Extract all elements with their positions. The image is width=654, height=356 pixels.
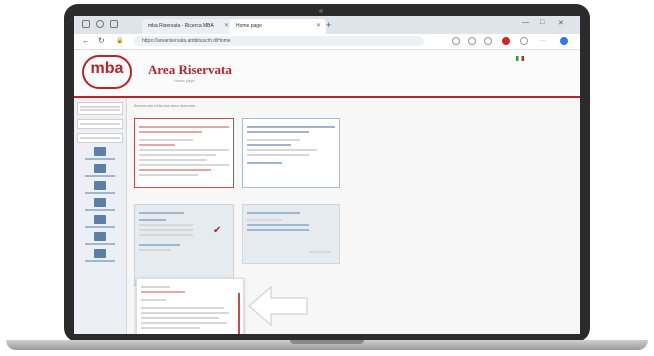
sidebar-item[interactable] <box>74 232 126 245</box>
maximize-icon[interactable]: □ <box>540 19 544 26</box>
favorite-icon[interactable] <box>452 37 460 45</box>
adblock-icon[interactable] <box>502 37 510 45</box>
close-tab-icon[interactable]: ✕ <box>224 19 229 34</box>
browser-tab-2[interactable]: Home page ✕ <box>230 19 326 34</box>
users-icon <box>94 147 106 156</box>
url-field[interactable]: https://areariservata.ambituscrh.it/Home <box>134 36 424 46</box>
sidebar-item-label <box>85 192 115 194</box>
sidebar-item-label <box>85 260 115 262</box>
sidebar-item-label <box>85 158 115 160</box>
menu-icon[interactable]: ··· <box>540 36 546 46</box>
tab-actions-icon[interactable] <box>110 20 118 28</box>
profile-icon[interactable] <box>520 37 528 45</box>
back-icon[interactable]: ← <box>82 36 90 46</box>
sidebar-item-label <box>85 243 115 245</box>
sidebar-item-label <box>85 226 115 228</box>
welcome-text: Benvenuto nella tua area riservata <box>134 103 195 108</box>
user-box <box>77 102 123 115</box>
page-subtitle: Home page <box>174 78 195 83</box>
sidebar-item[interactable] <box>74 147 126 160</box>
sidebar-item-label <box>85 209 115 211</box>
sidebar-item[interactable] <box>74 164 126 177</box>
document-icon <box>94 164 106 173</box>
calendar-icon <box>94 198 106 207</box>
logo-text: mba <box>90 60 124 77</box>
minimize-icon[interactable]: — <box>522 19 529 26</box>
close-window-icon[interactable]: ✕ <box>558 19 564 27</box>
arrow-icon <box>247 285 308 327</box>
sidebar-item[interactable] <box>74 181 126 194</box>
sidebar-field[interactable] <box>77 133 123 143</box>
edge-copilot-icon[interactable] <box>560 37 568 45</box>
site-header: mba Area Riservata Home page <box>74 50 580 98</box>
documents-panel <box>242 204 340 264</box>
logout-icon <box>94 249 106 258</box>
sidebar <box>74 98 127 334</box>
info-card <box>242 118 340 188</box>
tab-label: mba Riservata - Ricerca MBA <box>148 23 214 29</box>
popup-scrollbar[interactable] <box>238 293 240 334</box>
notice-card <box>134 118 234 188</box>
close-tab-icon[interactable]: ✕ <box>316 19 321 34</box>
history-icon[interactable] <box>96 20 104 28</box>
check-icon: ✔ <box>213 225 222 236</box>
browser-tab-bar: mba Riservata - Ricerca MBA ✕ Home page … <box>74 16 580 34</box>
sidebar-item-label <box>85 175 115 177</box>
new-tab-button[interactable]: + <box>326 19 331 32</box>
web-page: mba Area Riservata Home page Benvenuto n… <box>74 50 580 334</box>
status-panel: ✔ <box>134 204 234 286</box>
list-icon <box>94 215 106 224</box>
sidebar-item[interactable] <box>74 215 126 228</box>
sidebar-item[interactable] <box>74 198 126 211</box>
sidebar-field[interactable] <box>77 119 123 129</box>
extensions-icon[interactable] <box>484 37 492 45</box>
info-popup <box>136 278 244 334</box>
settings-icon <box>94 232 106 241</box>
welcome-heading: Benvenuto nella tua area riservata <box>134 100 572 109</box>
sidebar-item[interactable] <box>74 249 126 262</box>
collections-icon[interactable] <box>468 37 476 45</box>
camera-icon <box>319 9 323 13</box>
page-title: Area Riservata <box>148 62 232 77</box>
address-bar: ← ↻ 🔒 https://areariservata.ambituscrh.i… <box>74 34 580 50</box>
tab-label: Home page <box>236 23 262 29</box>
browser-tab-1[interactable]: mba Riservata - Ricerca MBA ✕ <box>142 19 234 34</box>
lock-icon: 🔒 <box>116 38 124 44</box>
profile-icon[interactable] <box>82 20 90 28</box>
screen: mba Riservata - Ricerca MBA ✕ Home page … <box>74 16 580 334</box>
main-content: Benvenuto nella tua area riservata ✔ <box>132 100 572 286</box>
chart-icon <box>94 181 106 190</box>
laptop-notch <box>290 340 364 344</box>
mba-logo[interactable]: mba <box>82 55 132 89</box>
refresh-icon[interactable]: ↻ <box>98 36 105 46</box>
italy-flag-icon[interactable] <box>516 56 524 61</box>
